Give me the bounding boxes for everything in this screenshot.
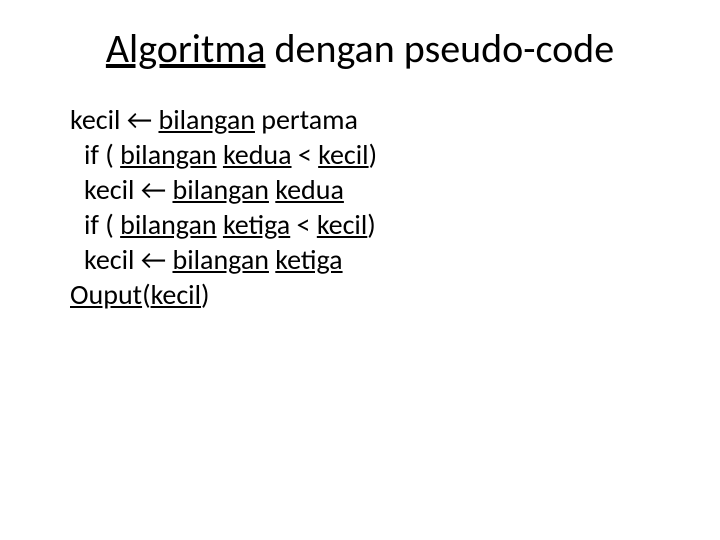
text-underlined: bilangan xyxy=(172,242,268,277)
text-underlined: ketiga xyxy=(275,242,342,277)
text-underlined: Ouput xyxy=(70,277,142,312)
text-underlined: kedua xyxy=(275,172,344,207)
text-underlined: bilangan xyxy=(172,172,268,207)
text: ) xyxy=(201,277,210,312)
line-4: if ( bilangan ketiga < kecil) xyxy=(84,207,660,242)
text-underlined: kecil xyxy=(317,207,367,242)
text-underlined: ketiga xyxy=(223,207,290,242)
text-underlined: kedua xyxy=(223,137,292,172)
line-2: if ( bilangan kedua < kecil) xyxy=(84,137,660,172)
text: kecil xyxy=(84,242,141,277)
text-underlined: bilangan xyxy=(120,137,216,172)
text-underlined: bilangan xyxy=(120,207,216,242)
text: ) xyxy=(367,207,376,242)
line-5: kecil ← bilangan ketiga xyxy=(84,242,660,277)
text: < xyxy=(292,137,319,172)
text: ) xyxy=(369,137,378,172)
text: kecil xyxy=(84,172,141,207)
slide-title: Algoritma dengan pseudo-code xyxy=(60,24,660,74)
text: if ( xyxy=(84,137,120,172)
pseudocode-block: kecil ← bilangan pertama if ( bilangan k… xyxy=(70,102,660,312)
text: < xyxy=(290,207,317,242)
line-6: Ouput(kecil) xyxy=(70,277,660,312)
title-rest: dengan pseudo-code xyxy=(265,24,614,73)
text: kecil xyxy=(70,102,127,137)
text: ( xyxy=(142,277,151,312)
text: if ( xyxy=(84,207,120,242)
slide: Algoritma dengan pseudo-code kecil ← bil… xyxy=(0,0,720,540)
arrow-left-icon: ← xyxy=(127,102,152,137)
text-underlined: bilangan xyxy=(158,102,254,137)
text: pertama xyxy=(255,102,358,137)
title-word-underlined: Algoritma xyxy=(106,24,266,73)
arrow-left-icon: ← xyxy=(141,172,166,207)
text-underlined: kecil xyxy=(318,137,368,172)
text-underlined: kecil xyxy=(151,277,201,312)
line-1: kecil ← bilangan pertama xyxy=(70,102,660,137)
arrow-left-icon: ← xyxy=(141,242,166,277)
line-3: kecil ← bilangan kedua xyxy=(84,172,660,207)
